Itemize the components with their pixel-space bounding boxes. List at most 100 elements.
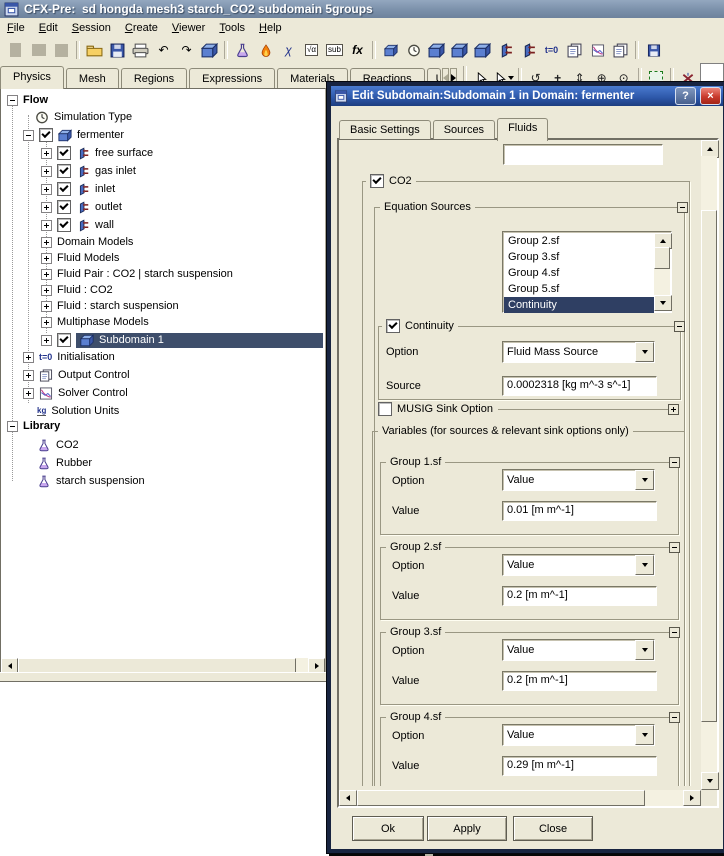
menu-tools[interactable]: Tools <box>212 19 252 37</box>
scrollbar-track[interactable] <box>701 156 717 774</box>
collapse-icon[interactable] <box>23 129 34 141</box>
redo-button[interactable]: ↷ <box>175 40 198 61</box>
scrollbar-thumb[interactable] <box>18 658 296 673</box>
checkbox[interactable] <box>57 164 71 178</box>
scroll-left-button[interactable] <box>339 790 357 806</box>
combo-dropdown-button[interactable] <box>635 342 654 362</box>
tree-item-library-co2[interactable]: CO2 <box>1 437 323 453</box>
tree-item-outlet[interactable]: outlet <box>1 199 323 215</box>
menu-session[interactable]: Session <box>65 19 118 37</box>
combo-dropdown-button[interactable] <box>635 725 654 745</box>
menu-help[interactable]: Help <box>252 19 289 37</box>
scrollbar-track[interactable] <box>654 247 670 297</box>
import-case-button[interactable] <box>83 40 106 61</box>
group4-value-field[interactable]: 0.29 [m m^-1] <box>502 756 657 776</box>
menu-viewer[interactable]: Viewer <box>165 19 212 37</box>
tree-item-fluid-models[interactable]: Fluid Models <box>1 250 323 266</box>
tree-item-multiphase-models[interactable]: Multiphase Models <box>1 314 323 330</box>
scrollbar-thumb[interactable] <box>357 790 645 806</box>
source-point-button[interactable] <box>471 40 494 61</box>
scrollbar-thumb[interactable] <box>701 210 717 722</box>
scroll-down-button[interactable] <box>701 772 719 790</box>
save-file-button[interactable] <box>50 40 73 61</box>
dialog-tab-fluids[interactable]: Fluids <box>497 118 549 141</box>
tree-item-output-control[interactable]: Output Control <box>1 367 323 383</box>
expand-icon[interactable] <box>41 284 52 296</box>
subdomain-button[interactable] <box>448 40 471 61</box>
expand-icon[interactable] <box>41 219 52 231</box>
list-item[interactable]: Group 5.sf <box>504 281 654 297</box>
main-titlebar[interactable]: CFX-Pre: sd hongda mesh3 starch_CO2 subd… <box>0 0 724 18</box>
source-value-field[interactable]: 0.0002318 [kg m^-3 s^-1] <box>502 376 657 396</box>
dialog-tab-sources[interactable]: Sources <box>432 120 496 139</box>
tree-item-wall[interactable]: wall <box>1 217 323 233</box>
expression-button[interactable]: χ <box>277 40 300 61</box>
tree-item-library[interactable]: Library <box>1 418 323 434</box>
tree-item-inlet[interactable]: inlet <box>1 181 323 197</box>
group2-value-field[interactable]: 0.2 [m m^-1] <box>502 586 657 606</box>
dialog-horizontal-scrollbar[interactable] <box>339 790 701 806</box>
tree-item-solution-units[interactable]: kg Solution Units <box>1 403 323 419</box>
list-item[interactable]: Group 4.sf <box>504 265 654 281</box>
equation-sources-list[interactable]: Group 2.sf Group 3.sf Group 4.sf Group 5… <box>502 231 672 313</box>
tree-item-fluid-pair[interactable]: Fluid Pair : CO2 | starch suspension <box>1 266 323 282</box>
interface-button[interactable] <box>517 40 540 61</box>
apply-button[interactable]: Apply <box>427 816 507 841</box>
expand-icon[interactable] <box>41 334 52 346</box>
list-item[interactable]: Group 3.sf <box>504 249 654 265</box>
checkbox[interactable] <box>39 128 53 142</box>
group3-option-combo[interactable]: Value <box>502 639 655 661</box>
group3-value-field[interactable]: 0.2 [m m^-1] <box>502 671 657 691</box>
expand-icon[interactable] <box>23 351 34 363</box>
collapse-group3-icon[interactable] <box>669 627 680 638</box>
menu-edit[interactable]: Edit <box>32 19 65 37</box>
tree-horizontal-scrollbar[interactable] <box>1 658 325 673</box>
tree-item-fluid-co2[interactable]: Fluid : CO2 <box>1 282 323 298</box>
scrollbar-thumb[interactable] <box>654 247 670 269</box>
tree-item-library-starch[interactable]: starch suspension <box>1 473 323 489</box>
tree-item-gas-inlet[interactable]: gas inlet <box>1 163 323 179</box>
expand-icon[interactable] <box>41 268 52 280</box>
list-item[interactable]: Group 2.sf <box>504 233 654 249</box>
import-mesh-button[interactable] <box>198 40 221 61</box>
tree-item-solver-control[interactable]: Solver Control <box>1 385 323 401</box>
group2-option-combo[interactable]: Value <box>502 554 655 576</box>
group1-option-combo[interactable]: Value <box>502 469 655 491</box>
expand-icon[interactable] <box>41 165 52 177</box>
tree-item-initialisation[interactable]: t=0 Initialisation <box>1 349 323 365</box>
undo-button[interactable]: ↶ <box>152 40 175 61</box>
collapse-continuity-icon[interactable] <box>674 321 685 332</box>
user-function-button[interactable]: fx <box>346 40 369 61</box>
reaction-button[interactable] <box>254 40 277 61</box>
expand-icon[interactable] <box>41 183 52 195</box>
output-control-button[interactable] <box>563 40 586 61</box>
continuity-checkbox[interactable] <box>386 319 400 333</box>
combo-dropdown-button[interactable] <box>635 640 654 660</box>
expand-icon[interactable] <box>41 236 52 248</box>
expand-icon[interactable] <box>23 387 34 399</box>
expand-icon[interactable] <box>41 316 52 328</box>
checkbox[interactable] <box>57 333 71 347</box>
collapse-icon[interactable] <box>7 94 18 106</box>
dialog-help-button[interactable]: ? <box>675 87 696 105</box>
checkbox[interactable] <box>57 200 71 214</box>
collapse-group2-icon[interactable] <box>669 542 680 553</box>
expand-icon[interactable] <box>41 147 52 159</box>
tree-item-subdomain-1-selected[interactable]: Subdomain 1 <box>1 331 323 349</box>
scroll-down-button[interactable] <box>654 295 672 311</box>
checkbox[interactable] <box>57 182 71 196</box>
co2-checkbox[interactable] <box>370 174 384 188</box>
menu-create[interactable]: Create <box>118 19 165 37</box>
define-run-button[interactable] <box>642 40 665 61</box>
group4-option-combo[interactable]: Value <box>502 724 655 746</box>
expand-icon[interactable] <box>41 252 52 264</box>
dialog-titlebar[interactable]: Edit Subdomain:Subdomain 1 in Domain: fe… <box>331 86 723 106</box>
tree-item-library-rubber[interactable]: Rubber <box>1 455 323 471</box>
initialisation-button[interactable]: t=0 <box>540 40 563 61</box>
tree-item-simulation-type[interactable]: Simulation Type <box>1 109 323 125</box>
tree-item-domain-models[interactable]: Domain Models <box>1 234 323 250</box>
combo-dropdown-button[interactable] <box>635 470 654 490</box>
tab-mesh[interactable]: Mesh <box>65 68 119 88</box>
checkbox[interactable] <box>57 146 71 160</box>
top-value-field[interactable] <box>503 144 663 165</box>
